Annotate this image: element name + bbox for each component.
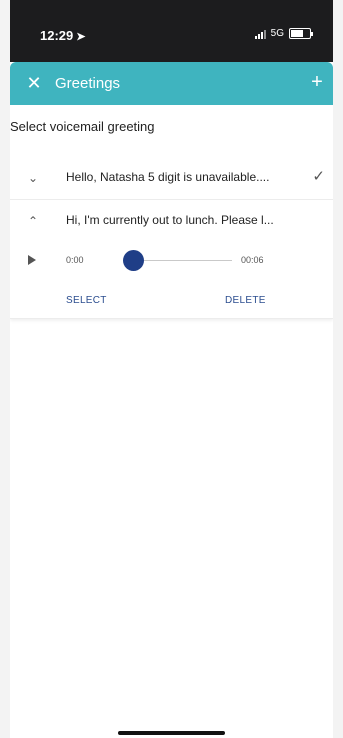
checkmark-icon: ✓ bbox=[312, 168, 325, 185]
close-button[interactable]: ✕ bbox=[24, 73, 44, 93]
signal-icon bbox=[254, 29, 266, 39]
network-label: 5G bbox=[270, 28, 284, 39]
status-indicators: 5G bbox=[254, 28, 313, 39]
add-greeting-button[interactable]: + bbox=[307, 72, 327, 92]
status-bar: 12:29 ➤ 5G bbox=[10, 0, 333, 62]
home-indicator bbox=[118, 731, 225, 735]
greeting-row-expanded: ⌃ Hi, I'm currently out to lunch. Please… bbox=[10, 200, 333, 319]
chevron-up-icon[interactable]: ⌃ bbox=[24, 212, 42, 230]
location-arrow-icon: ➤ bbox=[76, 31, 86, 43]
battery-icon bbox=[289, 28, 313, 39]
greeting-text: Hello, Natasha 5 digit is unavailable...… bbox=[66, 170, 270, 184]
current-time: 0:00 bbox=[66, 255, 84, 265]
page-title: Greetings bbox=[55, 75, 121, 92]
select-button[interactable]: SELECT bbox=[66, 295, 107, 306]
greeting-row[interactable]: ⌄ Hello, Natasha 5 digit is unavailable.… bbox=[10, 157, 333, 200]
header-bar: ✕ Greetings + bbox=[10, 62, 333, 105]
duration-time: 00:06 bbox=[241, 255, 264, 265]
progress-track[interactable] bbox=[132, 260, 232, 261]
status-time: 12:29 ➤ bbox=[40, 28, 85, 43]
section-title: Select voicemail greeting bbox=[10, 119, 155, 134]
delete-button[interactable]: DELETE bbox=[225, 295, 266, 306]
play-icon[interactable] bbox=[26, 255, 38, 267]
status-time-text: 12:29 bbox=[40, 28, 74, 43]
progress-thumb[interactable] bbox=[123, 250, 144, 271]
phone-screen: 12:29 ➤ 5G ✕ Greetings + Select voicemail… bbox=[10, 0, 333, 738]
greeting-text: Hi, I'm currently out to lunch. Please l… bbox=[66, 213, 274, 227]
chevron-down-icon[interactable]: ⌄ bbox=[24, 169, 42, 187]
